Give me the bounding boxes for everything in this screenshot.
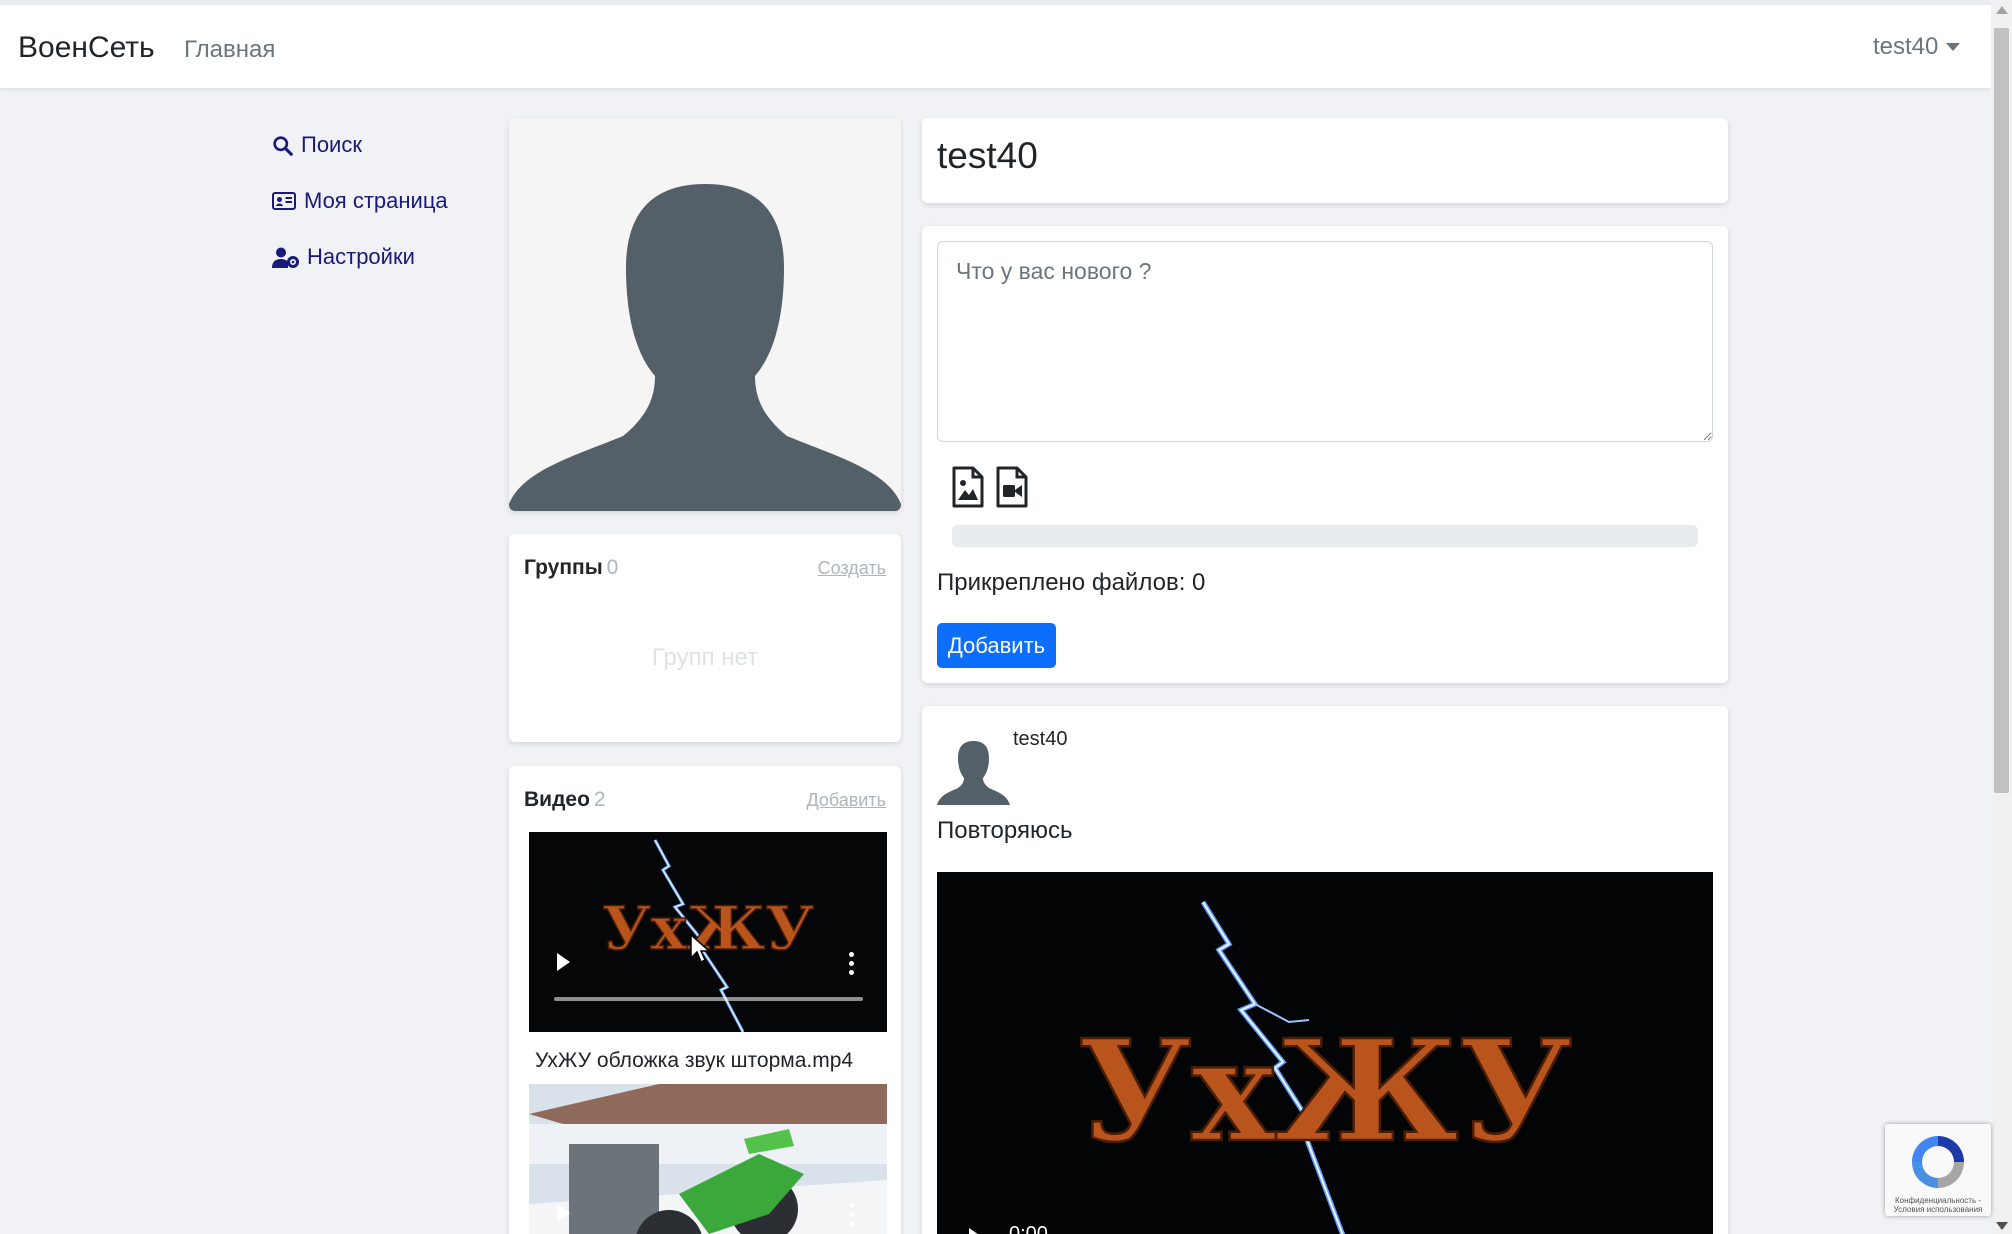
more-options-icon[interactable]: [849, 1203, 854, 1226]
recaptcha-badge[interactable]: Конфиденциальность - Условия использован…: [1885, 1124, 1991, 1216]
video-player-1[interactable]: УхЖУ: [529, 832, 887, 1032]
groups-title-label: Группы: [524, 556, 603, 579]
sidebar-item-search[interactable]: Поиск: [272, 130, 448, 160]
groups-card: Группы 0 Создать Групп нет: [509, 534, 901, 742]
scrollbar-thumb[interactable]: [1994, 28, 2009, 793]
post-card: test40 Повторяюсь УхЖУ 0:00: [922, 706, 1728, 1234]
profile-name-card: test40: [922, 118, 1728, 203]
sidebar-menu: Поиск Моя страница Настройки: [272, 130, 448, 298]
videos-title: Видео 2: [524, 788, 606, 812]
search-icon: [273, 135, 293, 156]
videos-title-label: Видео: [524, 788, 590, 811]
brand-link[interactable]: ВоенСеть: [18, 31, 155, 65]
attach-image-icon[interactable]: [951, 466, 985, 513]
add-video-link[interactable]: Добавить: [806, 790, 886, 811]
scroll-up-arrow-icon[interactable]: [1996, 6, 2008, 14]
play-icon[interactable]: [557, 1204, 570, 1222]
profile-avatar-card: [509, 118, 901, 511]
play-icon[interactable]: [557, 953, 570, 971]
attach-video-icon[interactable]: [995, 466, 1029, 513]
id-card-icon: [272, 192, 296, 210]
upload-progress-bar: [952, 525, 1698, 547]
caret-down-icon: [1946, 43, 1961, 51]
videos-count: 2: [593, 788, 606, 811]
groups-empty-text: Групп нет: [651, 644, 759, 671]
page-scrollbar[interactable]: [1991, 0, 2012, 1234]
video-caption-1[interactable]: УхЖУ обложка звук шторма.mp4: [535, 1049, 853, 1073]
sidebar-item-label: Поиск: [301, 132, 362, 157]
new-post-textarea[interactable]: [937, 241, 1713, 442]
post-video-frame: УхЖУ: [937, 872, 1713, 1234]
play-icon[interactable]: [969, 1228, 982, 1234]
video-progress-bar[interactable]: [554, 997, 863, 1001]
post-author-name[interactable]: test40: [1013, 728, 1067, 751]
add-post-button[interactable]: Добавить: [937, 623, 1056, 668]
groups-count: 0: [606, 556, 619, 579]
post-author-avatar-icon: [937, 741, 1010, 805]
recaptcha-logo-icon: [1912, 1136, 1964, 1188]
sidebar-item-my-page[interactable]: Моя страница: [272, 186, 448, 216]
profile-name: test40: [937, 135, 1038, 176]
nav-home-link[interactable]: Главная: [184, 36, 275, 64]
video-thumbnail-image: [529, 1084, 887, 1234]
sidebar-item-settings[interactable]: Настройки: [272, 242, 448, 272]
groups-title: Группы 0: [524, 556, 618, 580]
user-gear-icon: [272, 247, 299, 268]
post-text: Повторяюсь: [937, 817, 1073, 844]
page: ВоенСеть Главная test40 Поиск Моя страни…: [0, 0, 2012, 1234]
mouse-pointer-icon: [690, 934, 710, 964]
user-menu-label: test40: [1873, 33, 1939, 60]
sidebar-item-label: Настройки: [307, 244, 415, 269]
video-thumbnail-image: УхЖУ: [529, 832, 887, 1032]
recaptcha-links[interactable]: Конфиденциальность - Условия использован…: [1889, 1196, 1987, 1214]
user-menu-dropdown[interactable]: test40: [1873, 33, 1961, 61]
create-group-link[interactable]: Создать: [818, 558, 886, 579]
post-video-title-text: УхЖУ: [1078, 1010, 1572, 1174]
video-player-2[interactable]: [529, 1084, 887, 1234]
scroll-down-arrow-icon[interactable]: [1996, 1222, 2008, 1230]
navbar: ВоенСеть Главная test40: [0, 5, 1991, 88]
post-video-player[interactable]: УхЖУ 0:00: [937, 872, 1713, 1234]
avatar-placeholder-icon: [509, 118, 901, 511]
video-time-label: 0:00: [1009, 1223, 1048, 1234]
sidebar-item-label: Моя страница: [304, 188, 448, 213]
more-options-icon[interactable]: [849, 952, 854, 975]
attached-files-count: Прикреплено файлов: 0: [937, 569, 1206, 596]
new-post-form: Прикреплено файлов: 0 Добавить: [922, 226, 1728, 683]
videos-card: Видео 2 Добавить УхЖУ УхЖУ обложка звук ш…: [509, 766, 901, 1234]
